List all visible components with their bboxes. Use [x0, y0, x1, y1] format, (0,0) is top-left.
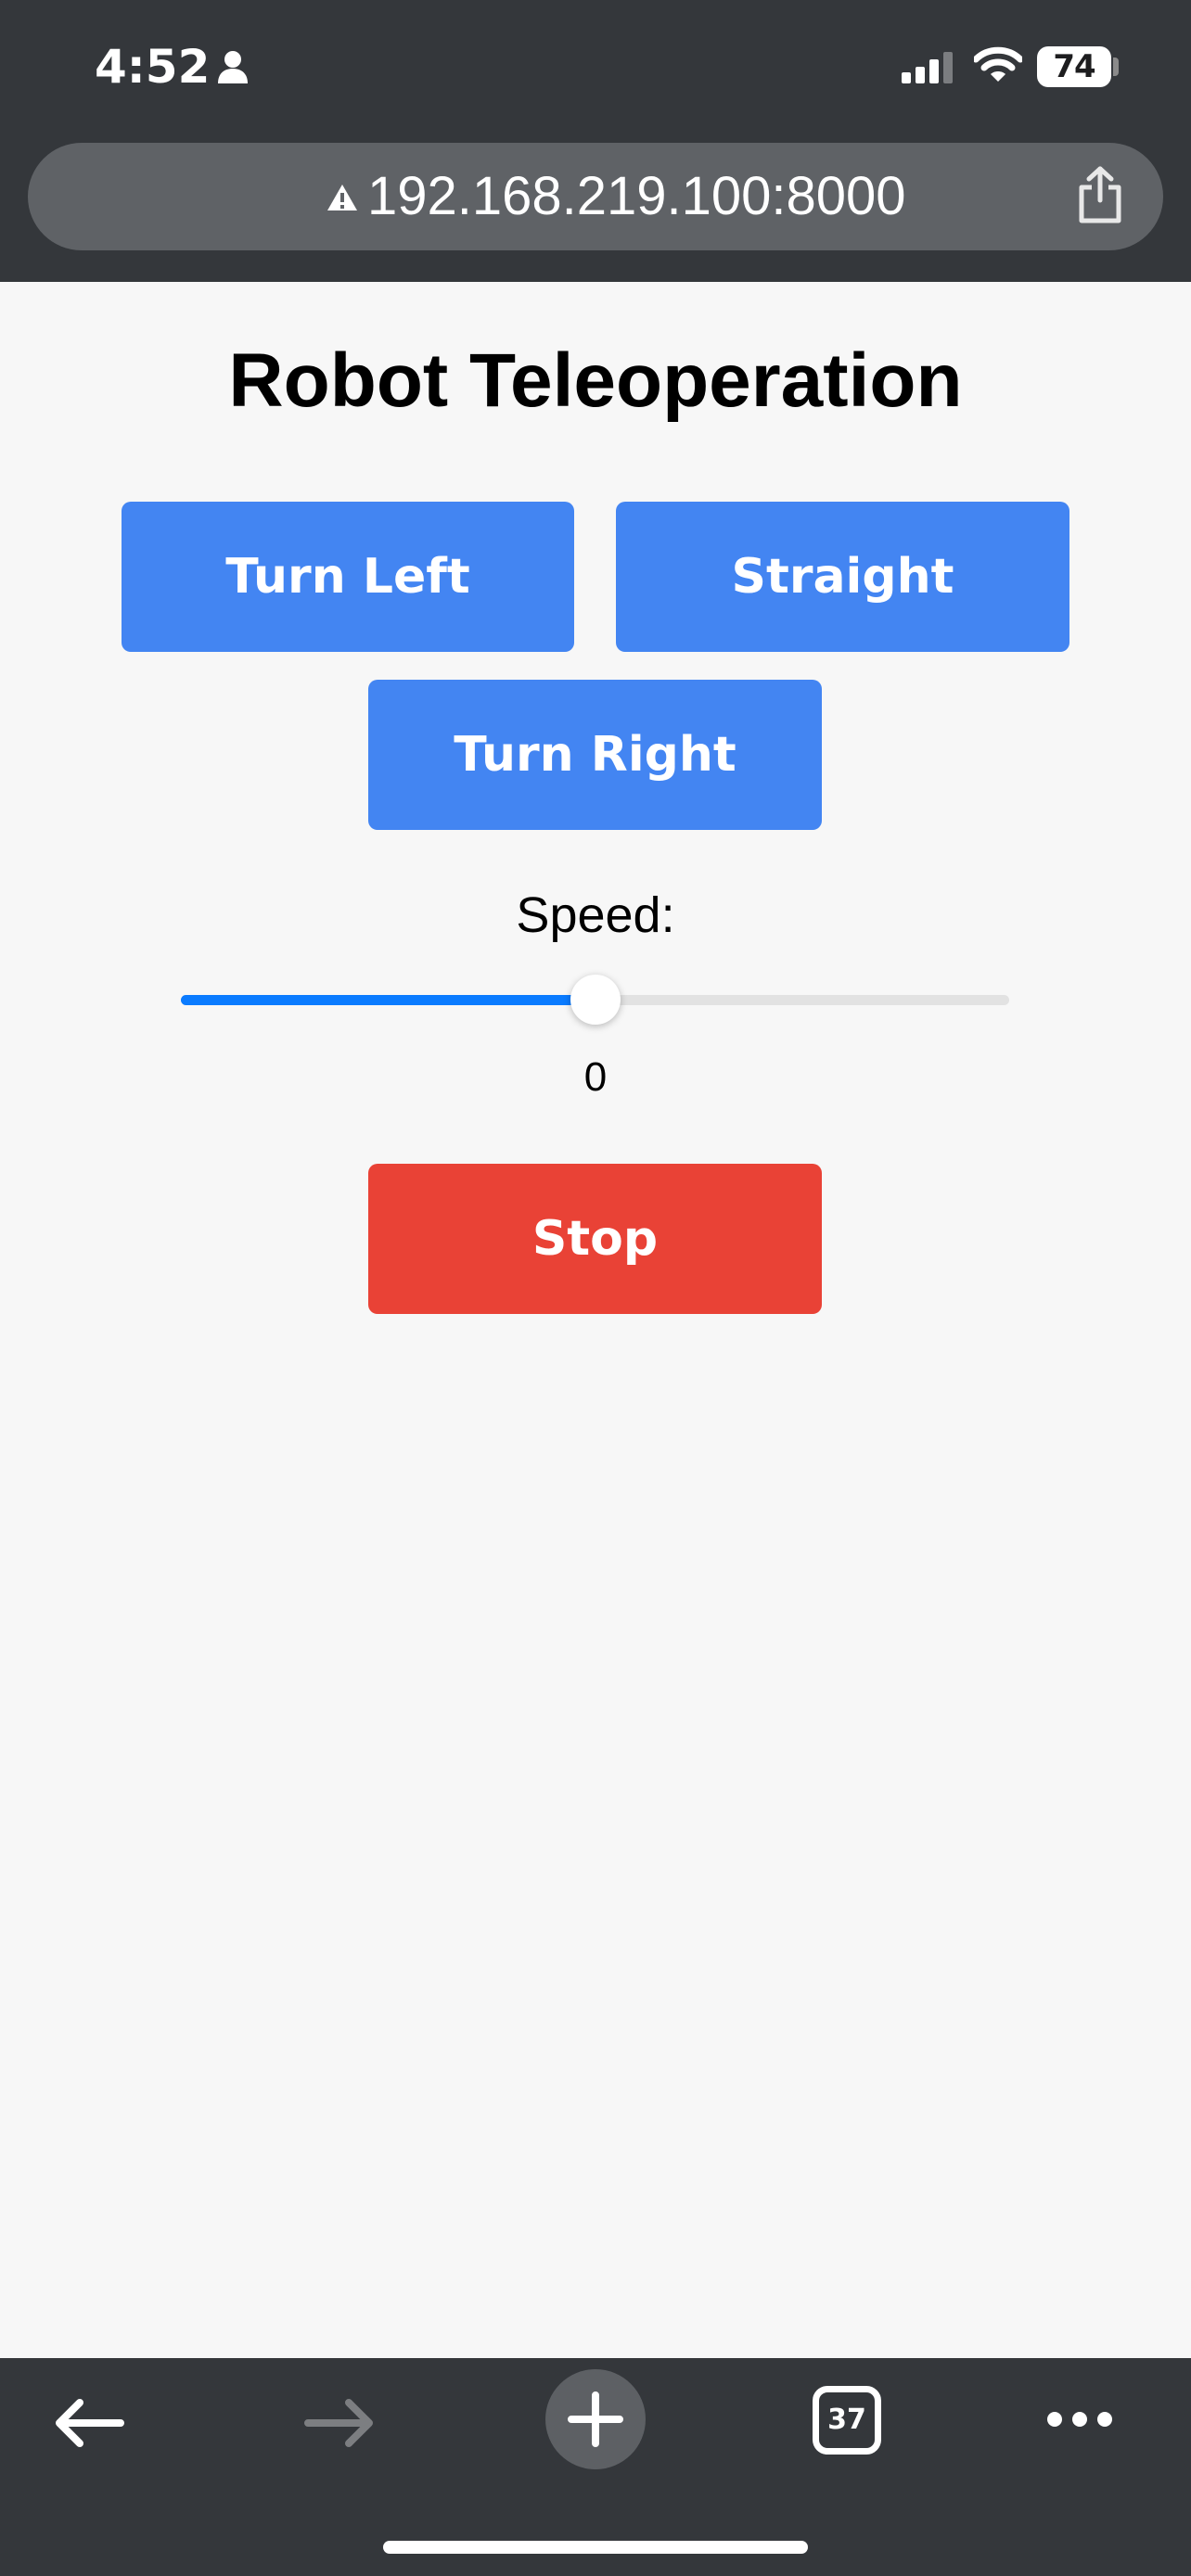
share-icon[interactable] [1074, 165, 1126, 224]
battery-icon: 74 [1037, 46, 1111, 87]
url-text: 192.168.219.100:8000 [367, 166, 906, 226]
page-title: Robot Teleoperation [228, 338, 963, 423]
warning-icon [327, 185, 357, 210]
wifi-icon [974, 46, 1022, 82]
person-icon [218, 51, 248, 83]
new-tab-button[interactable] [545, 2369, 646, 2469]
speed-slider-fill [181, 995, 596, 1005]
address-bar[interactable]: 192.168.219.100:8000 [28, 143, 1163, 250]
plus-icon [568, 2391, 623, 2447]
cellular-signal-icon [902, 52, 953, 83]
stop-button[interactable]: Stop [368, 1164, 822, 1314]
more-icon[interactable] [1046, 2410, 1113, 2429]
speed-slider-thumb[interactable] [570, 975, 621, 1025]
tab-count: 37 [813, 2386, 881, 2455]
back-arrow-icon[interactable] [54, 2397, 124, 2449]
home-indicator [383, 2541, 808, 2554]
status-time: 4:52 [95, 40, 211, 94]
turn-left-button[interactable]: Turn Left [122, 502, 574, 652]
speed-label: Speed: [516, 887, 675, 943]
speed-value: 0 [583, 1054, 608, 1100]
turn-right-button[interactable]: Turn Right [368, 680, 822, 830]
tabs-button[interactable]: 37 [813, 2386, 881, 2455]
straight-button[interactable]: Straight [616, 502, 1069, 652]
battery-cap [1113, 57, 1119, 76]
forward-arrow-icon[interactable] [304, 2397, 375, 2449]
browser-top-bar: 4:52 74 192.168.219.100:8000 [0, 0, 1191, 282]
speed-slider[interactable] [181, 975, 1009, 1025]
